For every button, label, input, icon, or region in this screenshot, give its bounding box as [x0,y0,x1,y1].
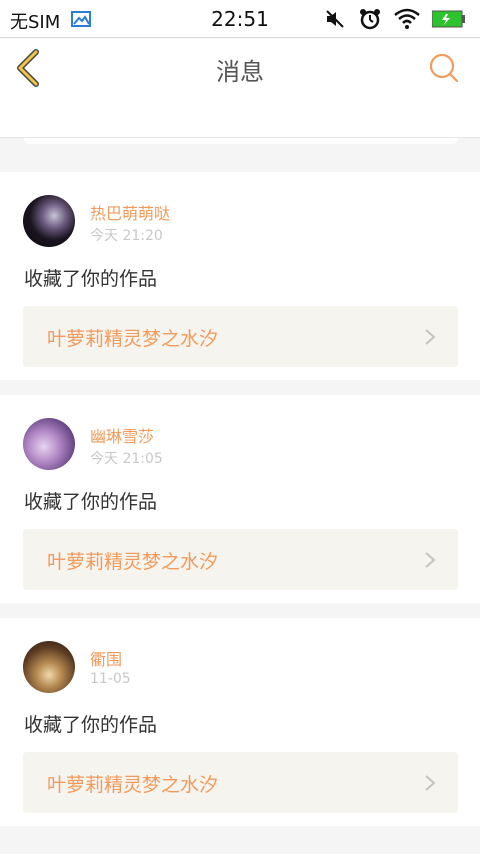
work-link[interactable]: 叶萝莉精灵梦之水汐 [23,752,458,813]
message-list: 热巴萌萌哒 今天 21:20 收藏了你的作品 叶萝莉精灵梦之水汐 幽琳雪莎 今天… [0,172,480,841]
message-card: 衢围 11-05 收藏了你的作品 叶萝莉精灵梦之水汐 [0,618,480,826]
work-link[interactable]: 叶萝莉精灵梦之水汐 [23,529,458,590]
mute-icon [324,8,346,34]
avatar[interactable] [23,418,75,470]
message-time: 11-05 [90,671,131,687]
work-title: 叶萝莉精灵梦之水汐 [47,774,219,796]
avatar[interactable] [23,195,75,247]
message-action: 收藏了你的作品 [24,714,158,736]
page-title: 消息 [216,58,264,86]
message-action: 收藏了你的作品 [24,268,158,290]
alarm-icon [358,7,382,35]
chevron-right-icon [425,552,436,568]
work-title: 叶萝莉精灵梦之水汐 [47,551,219,573]
status-right [324,7,466,35]
chevron-right-icon [425,329,436,345]
message-time: 今天 21:05 [90,451,163,467]
search-icon [429,53,459,83]
chevron-right-icon [425,775,436,791]
status-bar: 无SIM 22:51 [0,0,480,38]
message-card: 幽琳雪莎 今天 21:05 收藏了你的作品 叶萝莉精灵梦之水汐 [0,395,480,603]
work-title: 叶萝莉精灵梦之水汐 [47,328,219,350]
message-username[interactable]: 衢围 [90,646,122,670]
battery-icon [431,9,466,33]
message-card: 热巴萌萌哒 今天 21:20 收藏了你的作品 叶萝莉精灵梦之水汐 [0,172,480,380]
search-button[interactable] [428,52,460,84]
message-username[interactable]: 幽琳雪莎 [90,423,154,447]
previous-card-edge [24,138,458,144]
work-link[interactable]: 叶萝莉精灵梦之水汐 [23,306,458,367]
message-time: 今天 21:20 [90,228,163,244]
message-action: 收藏了你的作品 [24,491,158,513]
avatar[interactable] [23,641,75,693]
wifi-icon [394,8,420,34]
message-username[interactable]: 热巴萌萌哒 [90,200,170,224]
